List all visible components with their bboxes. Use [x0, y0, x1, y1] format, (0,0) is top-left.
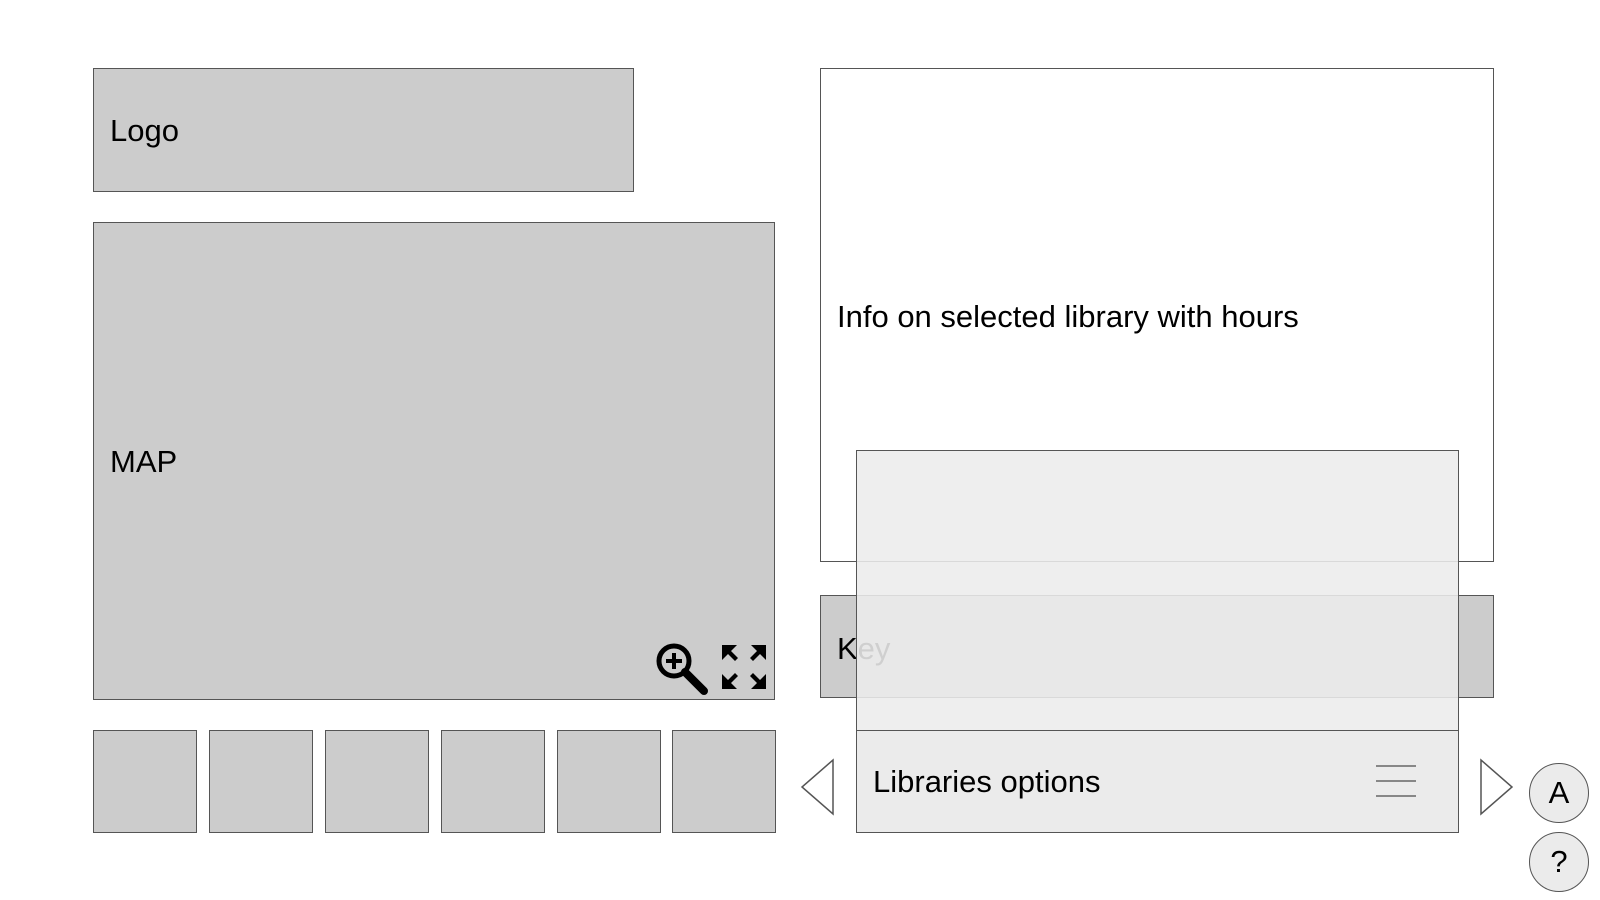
logo-label: Logo [110, 113, 179, 148]
thumbnail-2[interactable] [209, 730, 313, 833]
fullscreen-icon[interactable] [720, 643, 768, 691]
library-info-label: Info on selected library with hours [837, 299, 1299, 334]
chevron-left-icon[interactable] [800, 758, 836, 816]
libraries-options-label: Libraries options [873, 764, 1101, 799]
libraries-options-dropdown[interactable] [856, 450, 1459, 731]
logo-placeholder: Logo [93, 68, 634, 192]
thumbnail-5[interactable] [557, 730, 661, 833]
zoom-in-icon[interactable] [654, 641, 712, 699]
help-button[interactable]: ? [1529, 832, 1589, 892]
map-area[interactable]: MAP [93, 222, 775, 700]
text-size-button[interactable]: A [1529, 763, 1589, 823]
libraries-options-bar[interactable]: Libraries options [856, 730, 1459, 833]
chevron-right-icon[interactable] [1478, 758, 1514, 816]
thumbnail-6[interactable] [672, 730, 776, 833]
thumbnail-3[interactable] [325, 730, 429, 833]
hamburger-menu-icon[interactable] [1375, 764, 1417, 798]
thumbnail-1[interactable] [93, 730, 197, 833]
map-label: MAP [110, 444, 178, 479]
thumbnail-4[interactable] [441, 730, 545, 833]
